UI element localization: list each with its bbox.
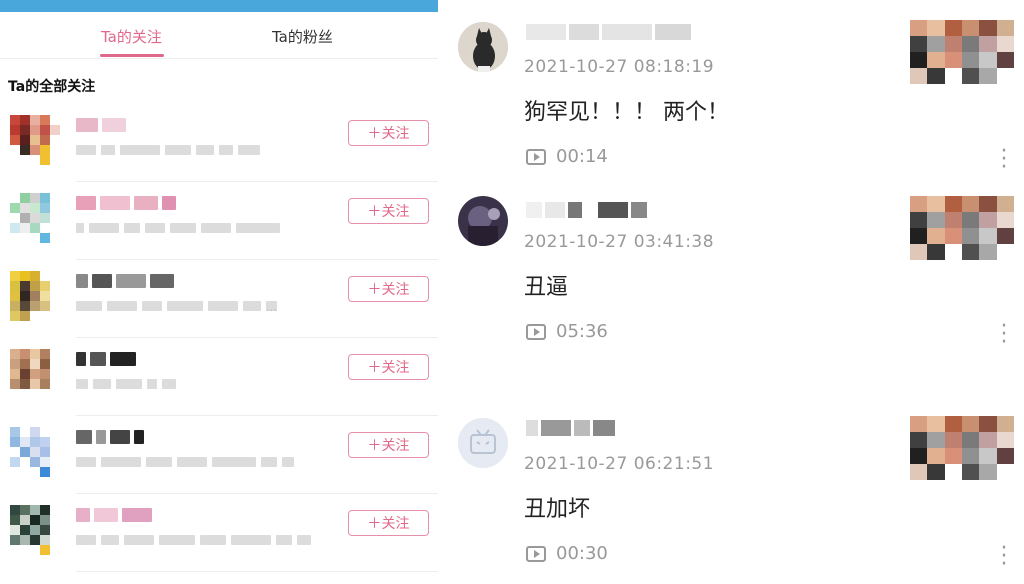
avatar[interactable] (10, 271, 60, 321)
description-blurred (76, 223, 280, 233)
username-blurred (76, 118, 126, 132)
username-blurred (76, 274, 174, 288)
more-options-icon[interactable]: · · · (994, 538, 1014, 576)
tab-following[interactable]: Ta的关注 (101, 26, 162, 47)
avatar[interactable] (458, 22, 508, 72)
list-item[interactable]: ＋关注 (0, 494, 438, 572)
follow-button[interactable]: ＋关注 (348, 276, 429, 302)
user-avatar-icon (458, 196, 508, 246)
play-icon (526, 323, 546, 340)
avatar[interactable] (10, 193, 60, 243)
list-item[interactable]: ＋关注 (0, 182, 438, 260)
follow-button[interactable]: ＋关注 (348, 510, 429, 536)
list-item[interactable]: ＋关注 (0, 104, 438, 182)
tv-mascot-icon (458, 418, 508, 468)
post-title: 丑加坏 (524, 497, 591, 522)
list-item[interactable]: … ＋关注 (0, 260, 438, 338)
list-item[interactable]: ＋关注 (0, 416, 438, 494)
post-timestamp: 2021-10-27 06:21:51 (524, 454, 715, 474)
play-icon (526, 545, 546, 562)
description-blurred (76, 145, 260, 155)
video-duration: 00:14 (526, 146, 608, 167)
post-timestamp: 2021-10-27 08:18:19 (524, 57, 715, 77)
tab-fans[interactable]: Ta的粉丝 (272, 26, 333, 47)
cat-avatar-icon (458, 22, 508, 72)
description-blurred: … (76, 301, 277, 314)
avatar[interactable] (10, 115, 60, 165)
video-thumbnail[interactable] (910, 20, 1014, 84)
avatar[interactable] (458, 418, 508, 468)
video-thumbnail[interactable] (910, 416, 1014, 480)
section-title: Ta的全部关注 (8, 79, 96, 95)
following-list-panel: Ta的关注 Ta的粉丝 Ta的全部关注 ＋关注 ＋关注 … ＋关注 ＋关注 ＋关注 ＋关注 (0, 0, 438, 584)
username-blurred (526, 420, 615, 436)
more-options-icon[interactable]: · · · (994, 316, 1014, 354)
avatar[interactable] (10, 505, 60, 555)
username-blurred (76, 196, 176, 210)
avatar[interactable] (10, 427, 60, 477)
video-duration: 00:30 (526, 543, 608, 564)
username-blurred (526, 24, 691, 40)
follow-button[interactable]: ＋关注 (348, 120, 429, 146)
follow-button[interactable]: ＋关注 (348, 354, 429, 380)
follow-button[interactable]: ＋关注 (348, 432, 429, 458)
duration-text: 05:36 (556, 321, 608, 342)
post-title: 狗罕见！！！ 两个！ (524, 100, 729, 125)
follow-button[interactable]: ＋关注 (348, 198, 429, 224)
username-blurred (526, 202, 647, 218)
avatar[interactable] (458, 196, 508, 246)
more-options-icon[interactable]: · · · (994, 141, 1014, 179)
description-blurred (76, 535, 311, 545)
video-thumbnail[interactable] (910, 196, 1014, 260)
active-tab-indicator (100, 54, 164, 57)
description-blurred (76, 379, 176, 389)
list-item[interactable]: ＋关注 (0, 338, 438, 416)
header-divider (0, 58, 438, 59)
post-title: 丑逼 (524, 275, 569, 300)
username-blurred (76, 430, 144, 444)
username-blurred (76, 508, 152, 522)
duration-text: 00:14 (556, 146, 608, 167)
duration-text: 00:30 (556, 543, 608, 564)
description-blurred (76, 457, 294, 467)
top-status-bar (0, 0, 438, 12)
avatar[interactable] (10, 349, 60, 399)
video-feed-panel: 2021-10-27 08:18:19 狗罕见！！！ 两个！ 00:14 · · ·… (438, 0, 1024, 584)
play-icon (526, 148, 546, 165)
username-blurred (76, 352, 136, 366)
row-divider (76, 571, 438, 572)
post-timestamp: 2021-10-27 03:41:38 (524, 232, 715, 252)
video-duration: 05:36 (526, 321, 608, 342)
